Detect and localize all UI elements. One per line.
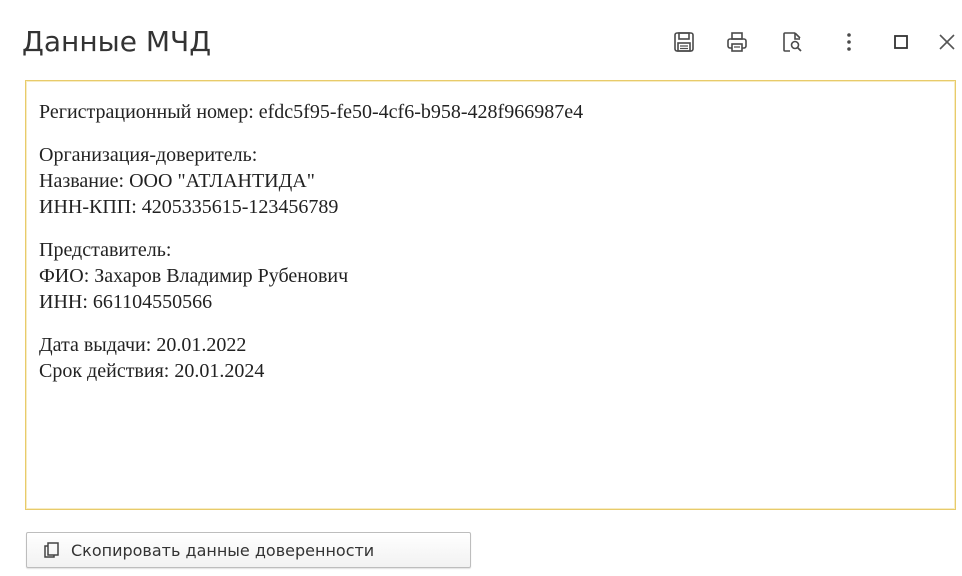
more-icon[interactable] xyxy=(835,28,863,56)
copy-icon xyxy=(41,540,61,560)
mcd-details-text-field[interactable]: Регистрационный номер: efdc5f95-fe50-4cf… xyxy=(25,80,956,510)
issue-date-line: Дата выдачи: 20.01.2022 xyxy=(39,334,247,356)
print-icon[interactable] xyxy=(723,28,751,56)
close-icon[interactable] xyxy=(933,28,961,56)
representative-inn-line: ИНН: 661104550566 xyxy=(39,291,213,313)
maximize-icon[interactable] xyxy=(887,28,915,56)
principal-name-line: Название: ООО "АТЛАНТИДА" xyxy=(39,170,315,192)
principal-header: Организация-доверитель: xyxy=(39,144,258,166)
mcd-data-window: Данные МЧД Регистрационный номер: efdc5f… xyxy=(0,0,962,576)
registration-number-line: Регистрационный номер: efdc5f95-fe50-4cf… xyxy=(39,101,584,123)
save-icon[interactable] xyxy=(670,28,698,56)
mcd-details-content: Регистрационный номер: efdc5f95-fe50-4cf… xyxy=(39,99,583,384)
copy-button-label: Скопировать данные доверенности xyxy=(71,540,375,560)
print-preview-icon[interactable] xyxy=(778,28,806,56)
representative-header: Представитель: xyxy=(39,239,172,261)
copy-proxy-data-button[interactable]: Скопировать данные доверенности xyxy=(26,532,471,568)
window-title: Данные МЧД xyxy=(22,25,212,58)
valid-until-line: Срок действия: 20.01.2024 xyxy=(39,360,265,382)
title-bar: Данные МЧД xyxy=(0,0,962,80)
representative-name-line: ФИО: Захаров Владимир Рубенович xyxy=(39,265,349,287)
principal-inn-kpp-line: ИНН-КПП: 4205335615-123456789 xyxy=(39,196,339,218)
